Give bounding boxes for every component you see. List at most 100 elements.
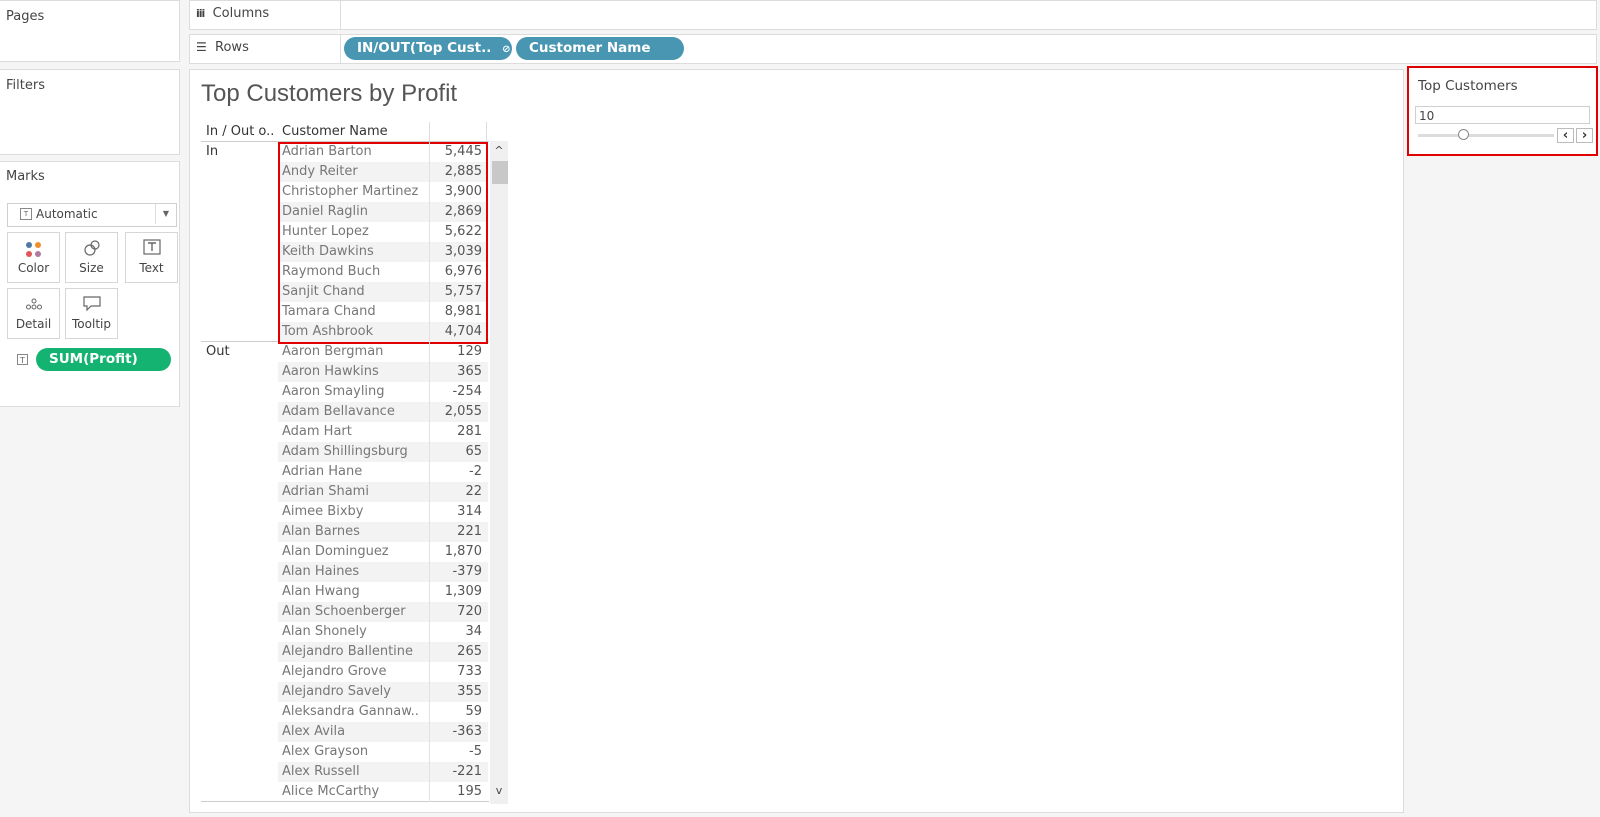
pages-title: Pages [6,9,45,24]
header-in-out[interactable]: In / Out o.. [206,122,274,142]
marks-title: Marks [6,169,45,184]
profit-value-cell[interactable]: -379 [430,562,486,582]
size-icon [66,239,117,261]
profit-value-cell[interactable]: -5 [430,742,486,762]
profit-value-cell[interactable]: 265 [430,642,486,662]
size-button[interactable]: Size [65,232,118,283]
sum-profit-pill[interactable]: SUM(Profit) [36,348,171,371]
slider-thumb[interactable] [1457,129,1469,140]
worksheet-title: Top Customers by Profit [201,80,458,107]
profit-value-cell[interactable]: 365 [430,362,486,382]
customer-name-cell[interactable]: Andy Reiter [279,162,429,182]
chevron-down-icon[interactable]: ▼ [155,204,176,224]
in-out-set-pill[interactable]: IN/OUT(Top Cust.. ⊘ [344,37,512,60]
profit-value-cell[interactable]: 129 [430,342,486,362]
customer-name-cell[interactable]: Aimee Bixby [279,502,429,522]
customer-name-cell[interactable]: Christopher Martinez [279,182,429,202]
profit-value-cell[interactable]: 221 [430,522,486,542]
color-button[interactable]: Color [7,232,60,283]
customer-name-cell[interactable]: Alan Dominguez [279,542,429,562]
customer-name-cell[interactable]: Adam Shillingsburg [279,442,429,462]
chevron-down-icon[interactable]: v [490,784,508,798]
step-back-button[interactable]: ‹ [1557,128,1574,143]
text-button[interactable]: Text [125,232,178,283]
profit-value-cell[interactable]: 5,622 [430,222,486,242]
customer-name-cell[interactable]: Aleksandra Gannaw.. [279,702,429,722]
profit-value-cell[interactable]: 1,870 [430,542,486,562]
profit-value-cell[interactable]: 2,885 [430,162,486,182]
group-in-label: In [206,144,219,159]
profit-value-cell[interactable]: 5,757 [430,282,486,302]
profit-value-cell[interactable]: 195 [430,782,486,802]
columns-shelf[interactable]: iii Columns [189,0,1597,30]
profit-value-cell[interactable]: 22 [430,482,486,502]
customer-name-cell[interactable]: Alejandro Grove [279,662,429,682]
tooltip-button[interactable]: Tooltip [65,288,118,339]
profit-value-cell[interactable]: 3,039 [430,242,486,262]
customer-name-cell[interactable]: Tamara Chand [279,302,429,322]
header-customer-name[interactable]: Customer Name [282,122,388,142]
customer-name-cell[interactable]: Alice McCarthy [279,782,429,802]
customer-name-cell[interactable]: Hunter Lopez [279,222,429,242]
customer-name-cell[interactable]: Alan Haines [279,562,429,582]
profit-value-cell[interactable]: 355 [430,682,486,702]
customer-name-cell[interactable]: Alan Hwang [279,582,429,602]
table-scrollbar[interactable] [490,141,508,804]
customer-name-cell[interactable]: Adrian Barton [279,142,429,162]
in-out-set-pill-label: IN/OUT(Top Cust.. [357,40,492,56]
customer-name-cell[interactable]: Alex Grayson [279,742,429,762]
customer-name-cell[interactable]: Alan Barnes [279,522,429,542]
scrollbar-thumb[interactable] [492,161,508,184]
profit-value-cell[interactable]: -254 [430,382,486,402]
rows-label: Rows [215,40,249,55]
profit-value-cell[interactable]: 314 [430,502,486,522]
profit-value-cell[interactable]: -221 [430,762,486,782]
customer-name-cell[interactable]: Adam Hart [279,422,429,442]
customer-name-cell[interactable]: Alan Schoenberger [279,602,429,622]
step-forward-button[interactable]: › [1576,128,1593,143]
customer-name-cell[interactable]: Adrian Shami [279,482,429,502]
profit-value-cell[interactable]: 281 [430,422,486,442]
customer-name-cell[interactable]: Adrian Hane [279,462,429,482]
profit-value-cell[interactable]: 59 [430,702,486,722]
customer-name-cell[interactable]: Adam Bellavance [279,402,429,422]
customer-name-pill[interactable]: Customer Name [516,37,684,60]
customer-name-cell[interactable]: Keith Dawkins [279,242,429,262]
customer-name-cell[interactable]: Aaron Bergman [279,342,429,362]
profit-value-cell[interactable]: -363 [430,722,486,742]
profit-value-cell[interactable]: 3,900 [430,182,486,202]
mark-type-dropdown[interactable]: T Automatic ▼ [7,203,177,227]
profit-value-cell[interactable]: 6,976 [430,262,486,282]
profit-value-cell[interactable]: 720 [430,602,486,622]
customer-name-cell[interactable]: Alex Russell [279,762,429,782]
parameter-value-input[interactable]: 10 [1415,106,1590,124]
rows-icon: ☰ [196,40,207,54]
profit-value-cell[interactable]: 4,704 [430,322,486,342]
profit-value-cell[interactable]: 1,309 [430,582,486,602]
profit-value-cell[interactable]: 2,055 [430,402,486,422]
filters-pane[interactable]: Filters [0,69,180,155]
parameter-title: Top Customers [1418,78,1518,94]
profit-value-cell[interactable]: 65 [430,442,486,462]
detail-button[interactable]: Detail [7,288,60,339]
profit-value-cell[interactable]: 2,869 [430,202,486,222]
customer-name-cell[interactable]: Alan Shonely [279,622,429,642]
profit-value-cell[interactable]: 8,981 [430,302,486,322]
customer-name-cell[interactable]: Aaron Hawkins [279,362,429,382]
customer-name-cell[interactable]: Alejandro Ballentine [279,642,429,662]
profit-value-cell[interactable]: 34 [430,622,486,642]
customer-name-cell[interactable]: Alex Avila [279,722,429,742]
color-label: Color [17,261,50,275]
parameter-slider[interactable] [1418,134,1554,137]
customer-name-cell[interactable]: Alejandro Savely [279,682,429,702]
profit-value-cell[interactable]: 5,445 [430,142,486,162]
chevron-up-icon[interactable]: ^ [490,144,508,158]
profit-value-cell[interactable]: 733 [430,662,486,682]
customer-name-cell[interactable]: Aaron Smayling [279,382,429,402]
group-out-label: Out [206,344,230,359]
customer-name-cell[interactable]: Daniel Raglin [279,202,429,222]
profit-value-cell[interactable]: -2 [430,462,486,482]
customer-name-cell[interactable]: Sanjit Chand [279,282,429,302]
customer-name-cell[interactable]: Raymond Buch [279,262,429,282]
customer-name-cell[interactable]: Tom Ashbrook [279,322,429,342]
